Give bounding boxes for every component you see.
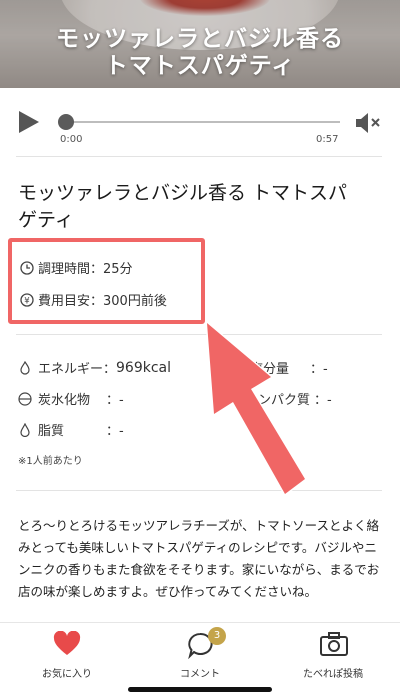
post-report-button[interactable]: たべれぽ投稿	[283, 629, 383, 680]
yen-icon: ¥	[20, 292, 34, 307]
divider	[16, 490, 382, 491]
per-serving-note: ※1人前あたり	[18, 456, 83, 467]
recipe-description: とろ〜りとろけるモッツアレラチーズが、トマトソースとよく絡みとっても美味しいトマ…	[18, 518, 380, 599]
salt-label: 塩分量	[250, 362, 290, 377]
play-button[interactable]	[18, 110, 40, 134]
carbs-label: 炭水化物	[38, 393, 91, 408]
duration-time: 0:57	[316, 134, 339, 145]
svg-text:¥: ¥	[24, 296, 30, 306]
flame-icon	[20, 360, 30, 375]
cost-text: 費用目安：300円前後	[38, 294, 167, 309]
salt-row: 塩分量 ：-	[250, 358, 328, 377]
energy-label: エネルギー：	[38, 362, 117, 377]
fat-row: 脂質 ：-	[18, 420, 124, 439]
protein-row: ンパク質 ：-	[258, 389, 332, 408]
hero-image: モッツァレラとバジル香る トマトスパゲティ	[0, 0, 400, 88]
divider	[16, 156, 382, 157]
salt-value: ：-	[310, 362, 328, 377]
protein-value: ：-	[314, 393, 332, 408]
drop-icon	[20, 422, 30, 437]
comment-count-badge: 3	[208, 627, 226, 645]
favorite-label: お気に入り	[42, 669, 92, 680]
protein-label: ンパク質	[258, 393, 311, 408]
carbs-icon	[18, 391, 32, 406]
camera-icon	[320, 632, 348, 656]
recipe-title: モッツァレラとバジル香る トマトスパゲティ	[18, 182, 348, 231]
fat-value: ：-	[106, 424, 124, 439]
heart-icon	[53, 631, 81, 655]
favorite-button[interactable]: お気に入り	[17, 629, 117, 680]
home-indicator	[128, 687, 272, 692]
carbs-value: ：-	[106, 393, 124, 408]
energy-value: 969kcal	[116, 359, 172, 376]
clock-icon	[20, 260, 34, 275]
cook-time-text: 調理時間：25分	[38, 262, 133, 277]
audio-player: 0:00 0:57	[0, 100, 400, 152]
fat-label: 脂質	[38, 424, 65, 439]
mute-icon	[356, 113, 380, 133]
divider	[16, 334, 382, 335]
progress-knob[interactable]	[58, 114, 74, 130]
comment-label: コメント	[180, 669, 220, 680]
mute-button[interactable]	[354, 112, 384, 134]
cook-time-row: 調理時間：25分	[20, 258, 133, 277]
carbs-row: 炭水化物 ：-	[18, 389, 124, 408]
comment-button[interactable]: 3 コメント	[150, 627, 250, 680]
hero-title: モッツァレラとバジル香る トマトスパゲティ	[56, 26, 344, 79]
post-report-label: たべれぽ投稿	[303, 669, 363, 680]
energy-row: エネルギー： 969kcal	[18, 358, 171, 377]
progress-track[interactable]	[60, 121, 340, 123]
play-icon	[19, 111, 39, 133]
cost-row: ¥ 費用目安：300円前後	[20, 290, 167, 309]
current-time: 0:00	[60, 134, 83, 145]
highlight-box	[8, 238, 205, 324]
